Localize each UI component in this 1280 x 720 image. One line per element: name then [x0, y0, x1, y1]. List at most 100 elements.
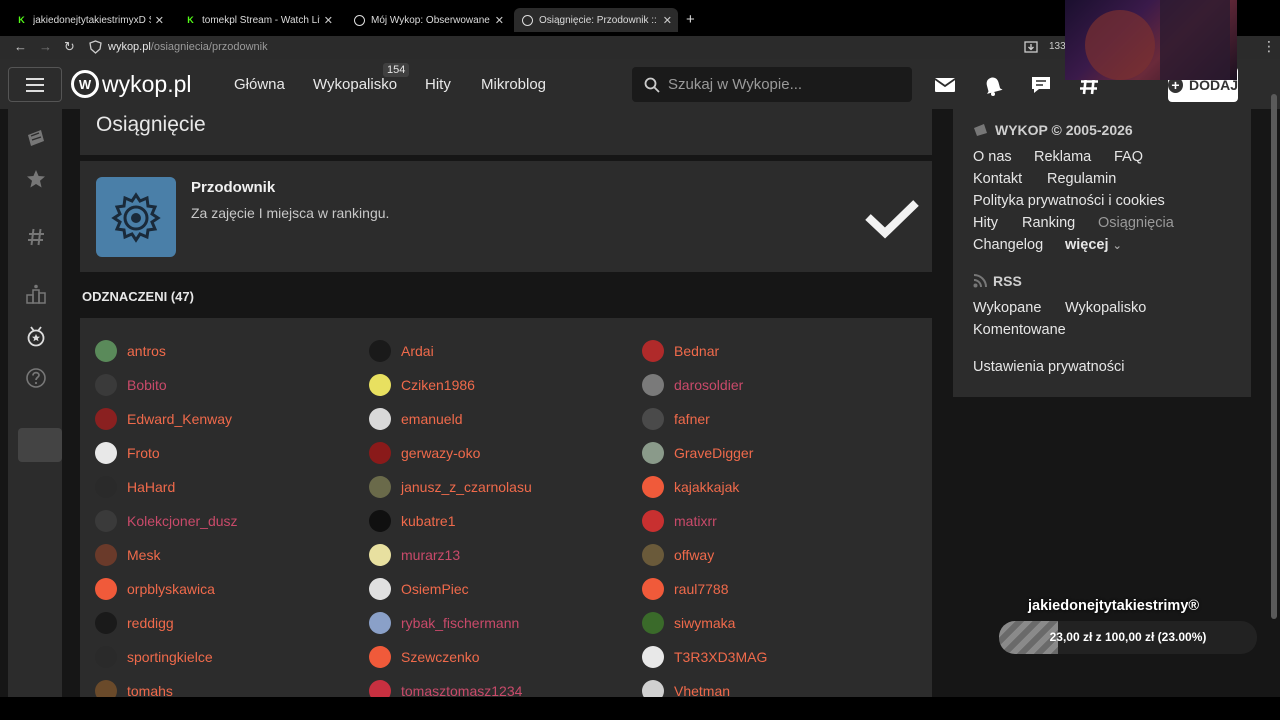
user-item[interactable]: Vhetman: [642, 680, 730, 698]
avatar[interactable]: [369, 510, 391, 532]
user-item[interactable]: siwymaka: [642, 612, 735, 634]
avatar[interactable]: [642, 544, 664, 566]
user-item[interactable]: antros: [95, 340, 166, 362]
username-link[interactable]: Edward_Kenway: [127, 411, 232, 427]
avatar[interactable]: [642, 374, 664, 396]
user-item[interactable]: darosoldier: [642, 374, 743, 396]
search-icon[interactable]: [644, 77, 660, 93]
user-item[interactable]: tomahs: [95, 680, 173, 698]
nav-glowna[interactable]: Główna: [234, 76, 285, 93]
username-link[interactable]: raul7788: [674, 581, 729, 597]
username-link[interactable]: antros: [127, 343, 166, 359]
username-link[interactable]: orpblyskawica: [127, 581, 215, 597]
user-item[interactable]: Cziken1986: [369, 374, 475, 396]
user-item[interactable]: GraveDigger: [642, 442, 753, 464]
browser-tab-active[interactable]: Osiągnięcie: Przodownik :: Wykop ✕: [514, 8, 678, 32]
user-item[interactable]: HaHard: [95, 476, 175, 498]
username-link[interactable]: Ardai: [401, 343, 434, 359]
user-item[interactable]: Bednar: [642, 340, 719, 362]
username-link[interactable]: offway: [674, 547, 714, 563]
avatar[interactable]: [642, 578, 664, 600]
link-o-nas[interactable]: O nas: [973, 149, 1012, 165]
back-icon[interactable]: ←: [14, 39, 27, 54]
avatar[interactable]: [95, 510, 117, 532]
messages-icon[interactable]: [933, 73, 957, 97]
user-item[interactable]: OsiemPiec: [369, 578, 469, 600]
avatar[interactable]: [95, 340, 117, 362]
close-icon[interactable]: ✕: [155, 14, 164, 27]
link-changelog[interactable]: Changelog: [973, 237, 1043, 253]
search-input[interactable]: [668, 76, 912, 93]
username-link[interactable]: OsiemPiec: [401, 581, 469, 597]
avatar[interactable]: [95, 408, 117, 430]
zoom-level[interactable]: 133: [1049, 41, 1066, 52]
user-item[interactable]: Szewczenko: [369, 646, 480, 668]
avatar[interactable]: [369, 340, 391, 362]
star-icon[interactable]: [25, 168, 47, 190]
username-link[interactable]: tomahs: [127, 683, 173, 698]
rss-wykopalisko[interactable]: Wykopalisko: [1065, 300, 1146, 316]
forward-icon[interactable]: →: [39, 39, 52, 54]
user-item[interactable]: janusz_z_czarnolasu: [369, 476, 532, 498]
user-item[interactable]: Bobito: [95, 374, 167, 396]
url-field[interactable]: wykop.pl/osiagniecia/przodownik: [108, 41, 268, 53]
user-item[interactable]: Kolekcjoner_dusz: [95, 510, 238, 532]
link-regulamin[interactable]: Regulamin: [1047, 171, 1116, 187]
user-item[interactable]: fafner: [642, 408, 710, 430]
menu-dots-icon[interactable]: ⋮: [1262, 38, 1276, 55]
username-link[interactable]: Kolekcjoner_dusz: [127, 513, 238, 529]
avatar[interactable]: [369, 374, 391, 396]
link-osiagniecia[interactable]: Osiągnięcia: [1098, 215, 1174, 231]
user-item[interactable]: kajakkajak: [642, 476, 739, 498]
avatar[interactable]: [95, 680, 117, 698]
user-item[interactable]: Edward_Kenway: [95, 408, 232, 430]
link-faq[interactable]: FAQ: [1114, 149, 1143, 165]
user-item[interactable]: Ardai: [369, 340, 434, 362]
username-link[interactable]: matixrr: [674, 513, 717, 529]
browser-tab[interactable]: K tomekpl Stream - Watch Live on ✕: [177, 8, 339, 32]
avatar[interactable]: [642, 680, 664, 698]
user-item[interactable]: raul7788: [642, 578, 729, 600]
new-tab-button[interactable]: +: [686, 11, 695, 28]
avatar[interactable]: [642, 340, 664, 362]
chat-icon[interactable]: [1029, 73, 1053, 97]
user-item[interactable]: reddigg: [95, 612, 174, 634]
browser-tab[interactable]: K jakiedonejtytakiestrimyxD Stream ✕: [8, 8, 170, 32]
avatar[interactable]: [95, 612, 117, 634]
username-link[interactable]: sportingkielce: [127, 649, 213, 665]
avatar[interactable]: [369, 544, 391, 566]
username-link[interactable]: Bobito: [127, 377, 167, 393]
avatar[interactable]: [95, 374, 117, 396]
username-link[interactable]: HaHard: [127, 479, 175, 495]
username-link[interactable]: murarz13: [401, 547, 460, 563]
link-hity[interactable]: Hity: [973, 215, 998, 231]
reload-icon[interactable]: ↻: [64, 39, 75, 55]
achievements-icon[interactable]: [25, 326, 47, 348]
privacy-settings-link[interactable]: Ustawienia prywatności: [973, 359, 1125, 375]
avatar[interactable]: [369, 408, 391, 430]
username-link[interactable]: Cziken1986: [401, 377, 475, 393]
avatar[interactable]: [642, 442, 664, 464]
username-link[interactable]: Szewczenko: [401, 649, 480, 665]
username-link[interactable]: fafner: [674, 411, 710, 427]
username-link[interactable]: reddigg: [127, 615, 174, 631]
username-link[interactable]: Mesk: [127, 547, 160, 563]
close-icon[interactable]: ✕: [495, 14, 504, 27]
user-item[interactable]: sportingkielce: [95, 646, 213, 668]
rss-wykopane[interactable]: Wykopane: [973, 300, 1041, 316]
user-item[interactable]: orpblyskawica: [95, 578, 215, 600]
user-item[interactable]: kubatre1: [369, 510, 455, 532]
user-item[interactable]: offway: [642, 544, 714, 566]
username-link[interactable]: siwymaka: [674, 615, 735, 631]
nav-hity[interactable]: Hity: [425, 76, 451, 93]
user-item[interactable]: rybak_fischermann: [369, 612, 519, 634]
link-privacy-policy[interactable]: Polityka prywatności i cookies: [973, 193, 1165, 209]
user-item[interactable]: Mesk: [95, 544, 160, 566]
username-link[interactable]: Froto: [127, 445, 160, 461]
avatar[interactable]: [95, 476, 117, 498]
user-item[interactable]: Froto: [95, 442, 160, 464]
download-icon[interactable]: [1024, 41, 1038, 53]
hashtag-icon[interactable]: [25, 226, 47, 248]
page-scrollbar[interactable]: [1271, 94, 1277, 619]
avatar[interactable]: [95, 442, 117, 464]
